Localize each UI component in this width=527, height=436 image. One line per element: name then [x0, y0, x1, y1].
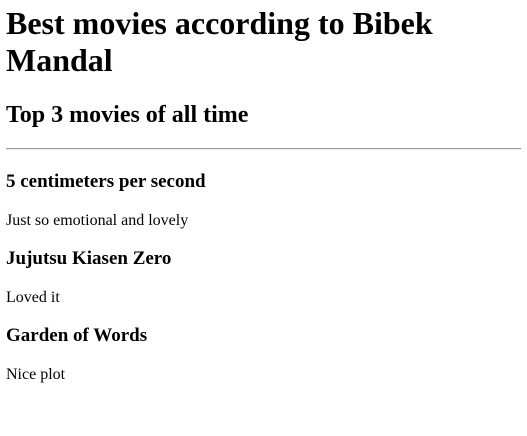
movie-item: Garden of Words Nice plot — [6, 325, 521, 384]
movie-title: Jujutsu Kiasen Zero — [6, 248, 172, 269]
divider — [6, 148, 521, 150]
movie-description: Loved it — [6, 289, 60, 306]
movie-description: Just so emotional and lovely — [6, 212, 189, 229]
movie-item: 5 centimeters per second Just so emotion… — [6, 171, 521, 230]
page-title: Best movies according to Bibek Mandal — [6, 5, 433, 78]
movie-item: Jujutsu Kiasen Zero Loved it — [6, 248, 521, 307]
movie-list: 5 centimeters per second Just so emotion… — [6, 171, 521, 384]
movie-title: Garden of Words — [6, 325, 148, 346]
page-subtitle: Top 3 movies of all time — [6, 102, 249, 128]
page: Best movies according to Bibek Mandal To… — [0, 5, 527, 436]
movie-description: Nice plot — [6, 366, 66, 383]
movie-title: 5 centimeters per second — [6, 171, 206, 192]
